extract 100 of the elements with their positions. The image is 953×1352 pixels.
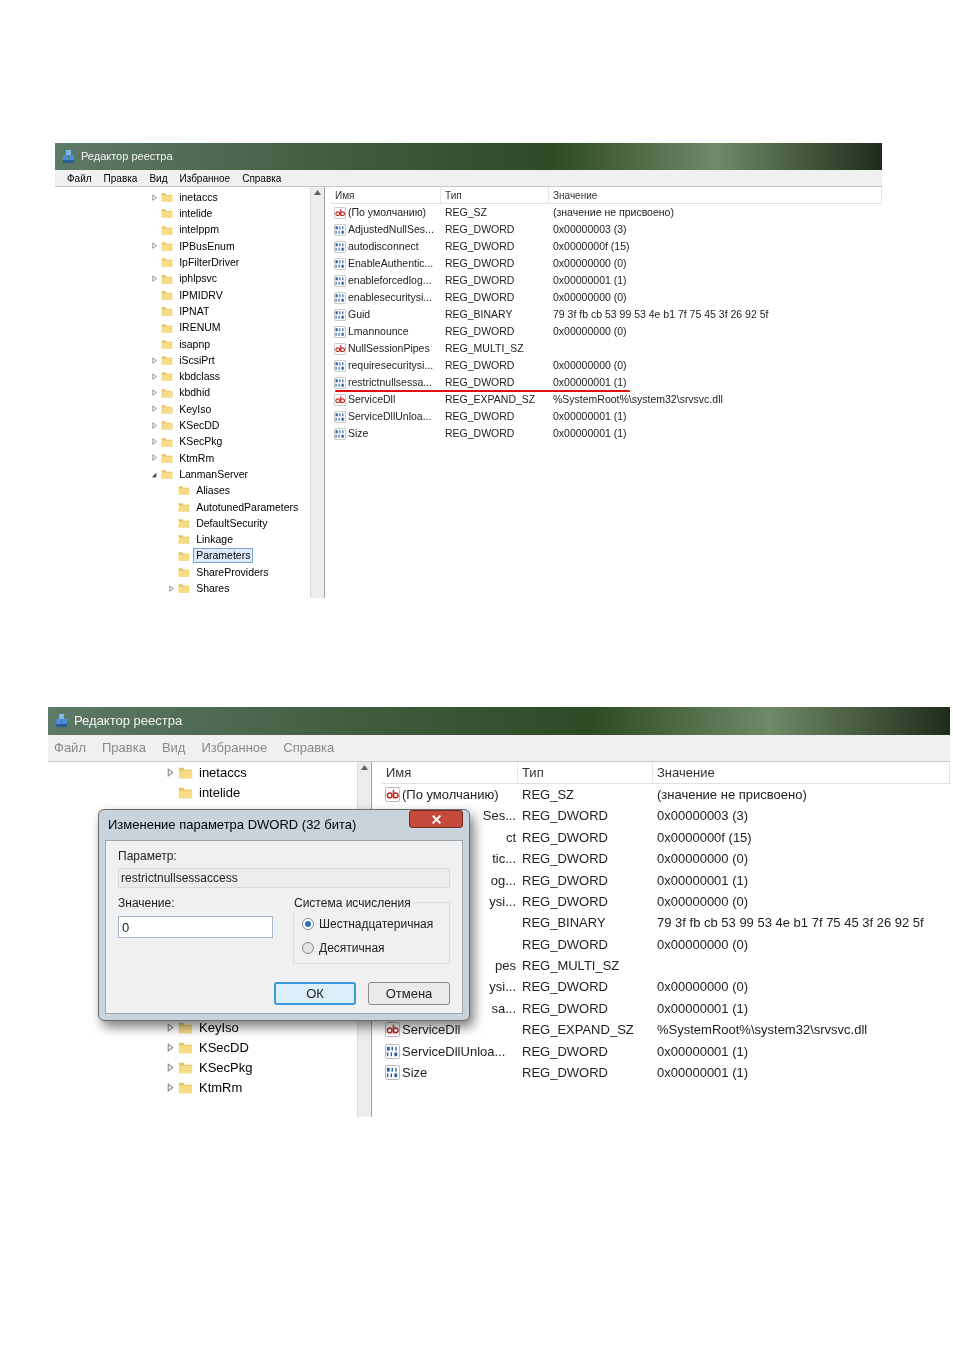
tree-item[interactable]: kbdclass [176, 369, 224, 384]
cancel-button[interactable]: Отмена [368, 982, 450, 1005]
expand-arrow-icon[interactable] [151, 421, 159, 429]
menu-item[interactable]: Справка [242, 170, 282, 186]
menu-item[interactable]: Файл [67, 170, 92, 186]
tree-item[interactable]: Aliases [193, 483, 234, 498]
expand-arrow-icon[interactable] [151, 242, 159, 250]
column-header[interactable]: Тип [518, 762, 653, 783]
value-name[interactable]: ServiceDll [402, 1020, 461, 1040]
expand-arrow-icon[interactable] [151, 372, 159, 380]
column-header[interactable]: Тип [441, 187, 549, 203]
tree-item[interactable]: AutotunedParameters [193, 499, 302, 515]
tree-item[interactable]: KtmRm [196, 1078, 246, 1096]
value-input[interactable]: 0 [118, 916, 273, 938]
radio-option[interactable]: Шестнадцатеричная [302, 915, 449, 933]
tree-item[interactable]: intelppm [176, 222, 222, 237]
value-data: 0x00000000 (0) [657, 851, 749, 867]
value-name[interactable]: restrictnullsessa... [348, 374, 433, 391]
value-name[interactable]: Size [402, 1063, 428, 1083]
value-name[interactable]: sa... [491, 998, 516, 1019]
tree-item[interactable]: kbdhid [176, 385, 214, 400]
tree-item[interactable]: LanmanServer [176, 466, 252, 482]
ok-button[interactable]: ОК [274, 982, 356, 1005]
value-name[interactable]: EnableAuthentic... [348, 255, 434, 272]
value-name[interactable]: autodisconnect [348, 238, 419, 255]
value-name[interactable]: enableforcedlog... [348, 272, 432, 289]
value-name[interactable]: ServiceDllUnloa... [402, 1041, 506, 1062]
tree-item[interactable]: KSecPkg [196, 1058, 256, 1076]
value-name[interactable]: (По умолчанию) [348, 204, 426, 221]
expand-arrow-icon[interactable] [151, 454, 159, 462]
column-header[interactable]: Значение [549, 187, 882, 203]
tree-item[interactable]: KeyIso [196, 1018, 242, 1036]
value-name[interactable]: Size [348, 425, 369, 442]
expand-arrow-icon[interactable] [166, 767, 175, 777]
value-name[interactable]: NullSessionPipes [348, 340, 430, 357]
scroll-up-icon[interactable] [314, 190, 321, 195]
tree-item[interactable]: IpFilterDriver [176, 255, 243, 270]
value-name[interactable]: enablesecuritysi... [348, 289, 433, 306]
tree-item[interactable]: IRENUM [176, 320, 224, 335]
value-name[interactable]: Lmannounce [348, 323, 409, 340]
tree-item[interactable]: KtmRm [176, 450, 218, 466]
tree-item[interactable]: Shares [193, 581, 233, 596]
tree-item[interactable]: isapnp [176, 336, 214, 352]
folder-icon [161, 451, 174, 464]
tree-item[interactable]: KSecPkg [176, 434, 226, 449]
tree-item[interactable]: intelide [196, 783, 244, 801]
tree-item[interactable]: ShareProviders [193, 564, 272, 580]
tree-item[interactable]: intelide [176, 206, 216, 221]
value-name[interactable]: tic... [492, 849, 516, 869]
expand-arrow-icon[interactable] [151, 193, 159, 201]
tree-item[interactable]: IPBusEnum [176, 238, 238, 254]
tree-item[interactable]: IPMIDRV [176, 287, 226, 303]
value-name[interactable]: ysi... [489, 891, 516, 912]
value-data: 0x0000000f (15) [657, 829, 752, 845]
tree-item[interactable]: iScsiPrt [176, 352, 218, 368]
tree-item[interactable]: KeyIso [176, 401, 215, 417]
tree-item[interactable]: KSecDD [196, 1038, 252, 1056]
expand-arrow-icon[interactable] [151, 389, 159, 397]
tree-item[interactable]: Parameters [193, 548, 254, 563]
expand-arrow-icon[interactable] [151, 356, 159, 364]
tree-item[interactable]: inetaccs [176, 189, 221, 205]
folder-icon [161, 386, 174, 399]
value-name[interactable]: ct [505, 827, 516, 848]
value-name[interactable]: pes [495, 956, 516, 976]
value-name[interactable]: AdjustedNullSes... [348, 221, 434, 238]
expand-arrow-icon[interactable] [168, 584, 176, 592]
menu-item[interactable]: Правка [103, 170, 138, 186]
value-type: REG_EXPAND_SZ [522, 1022, 634, 1038]
expand-arrow-icon[interactable] [166, 1062, 175, 1072]
value-name[interactable]: Guid [348, 306, 371, 323]
expand-arrow-icon[interactable] [166, 1082, 175, 1092]
close-button[interactable] [409, 810, 463, 828]
scrollbar[interactable] [310, 187, 324, 598]
expand-arrow-icon[interactable] [166, 1022, 175, 1032]
binary-value-icon [334, 240, 346, 253]
tree-item[interactable]: inetaccs [196, 763, 250, 781]
value-name[interactable]: Ses... [482, 806, 516, 826]
value-name[interactable]: (По умолчанию) [402, 784, 499, 805]
value-name[interactable]: ysi... [489, 977, 516, 997]
tree-item[interactable]: DefaultSecurity [193, 515, 271, 531]
menu-item[interactable]: Вид [149, 170, 168, 186]
tree-item[interactable]: iphlpsvc [176, 271, 221, 286]
menu-item[interactable]: Избранное [179, 170, 231, 186]
tree-item[interactable]: Linkage [193, 532, 236, 547]
radio-option[interactable]: Десятичная [302, 939, 449, 957]
column-header[interactable]: Имя [382, 762, 518, 783]
expand-arrow-icon[interactable] [166, 1042, 175, 1052]
value-name[interactable]: og... [490, 870, 516, 890]
column-header[interactable]: Значение [653, 762, 950, 783]
value-name[interactable]: requiresecuritysi... [348, 357, 434, 374]
value-data: 0x00000003 (3) [553, 222, 627, 235]
tree-item[interactable]: KSecDD [176, 418, 223, 433]
column-header[interactable]: Имя [331, 187, 441, 203]
tree-item[interactable]: IPNAT [176, 303, 213, 319]
expand-arrow-icon[interactable] [151, 275, 159, 283]
value-name[interactable]: ServiceDll [348, 391, 396, 408]
value-name[interactable]: ServiceDllUnloa... [348, 408, 432, 425]
scroll-up-icon[interactable] [361, 765, 368, 770]
expand-arrow-icon[interactable] [151, 438, 159, 446]
expand-arrow-icon[interactable] [151, 405, 159, 413]
